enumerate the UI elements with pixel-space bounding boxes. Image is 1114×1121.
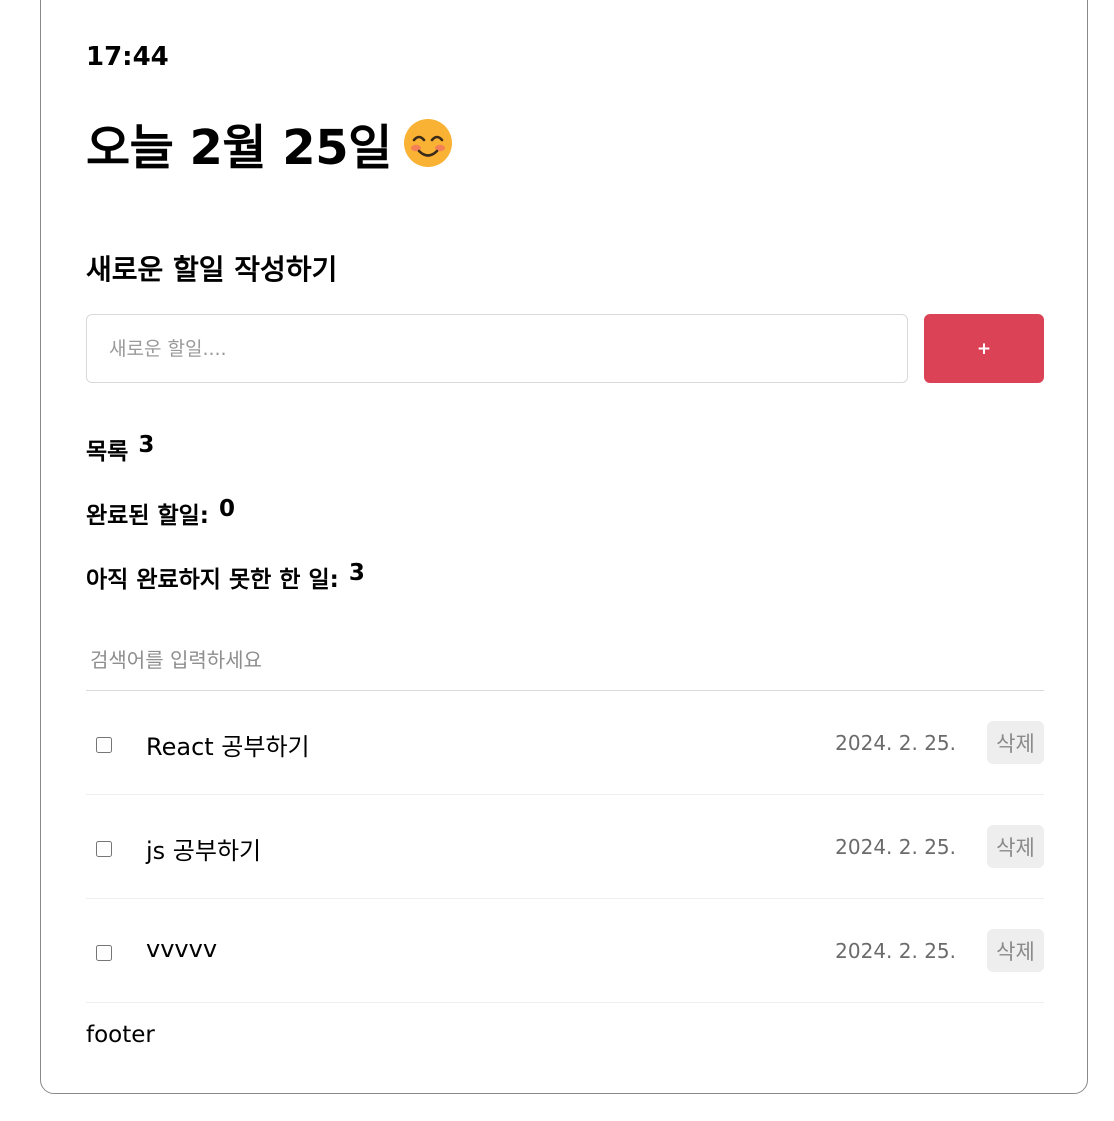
delete-button[interactable]: 삭제 [987,721,1044,764]
todo-text: vvvvv [146,935,218,963]
footer: footer [86,1022,155,1048]
total-count-label: 목록 [86,439,129,465]
todo-item: React 공부하기 2024. 2. 25. 삭제 [86,691,1044,795]
total-count-value: 3 [138,432,155,458]
todo-item: vvvvv 2024. 2. 25. 삭제 [86,899,1044,1003]
done-count-label: 완료된 할일: [86,503,210,529]
new-todo-input[interactable] [86,314,908,383]
todo-date: 2024. 2. 25. [835,731,956,755]
total-count-stat: 목록 3 [86,432,154,466]
add-todo-button[interactable]: + [924,314,1044,383]
todo-checkbox[interactable] [96,737,112,753]
todo-item: js 공부하기 2024. 2. 25. 삭제 [86,795,1044,899]
todo-text: React 공부하기 [146,733,310,761]
not-done-count-value: 3 [348,560,365,586]
todo-checkbox[interactable] [96,841,112,857]
date-title: 오늘 2월 25일 [86,120,392,176]
search-input[interactable] [86,630,1044,691]
done-count-value: 0 [219,496,236,522]
todo-date: 2024. 2. 25. [835,939,956,963]
todo-date: 2024. 2. 25. [835,835,956,859]
editor-title: 새로운 할일 작성하기 [86,253,338,286]
delete-button[interactable]: 삭제 [987,929,1044,972]
smiling-face-icon [403,119,452,167]
delete-button[interactable]: 삭제 [987,825,1044,868]
not-done-count-label: 아직 완료하지 못한 한 일: [86,567,339,593]
todo-list: React 공부하기 2024. 2. 25. 삭제 js 공부하기 2024.… [86,691,1044,1003]
todo-text: js 공부하기 [146,837,262,865]
done-count-stat: 완료된 할일: 0 [86,496,235,530]
current-time: 17:44 [86,42,169,72]
todo-checkbox[interactable] [96,945,112,961]
not-done-count-stat: 아직 완료하지 못한 한 일: 3 [86,560,365,594]
page-title: 오늘 2월 25일 [86,108,454,178]
